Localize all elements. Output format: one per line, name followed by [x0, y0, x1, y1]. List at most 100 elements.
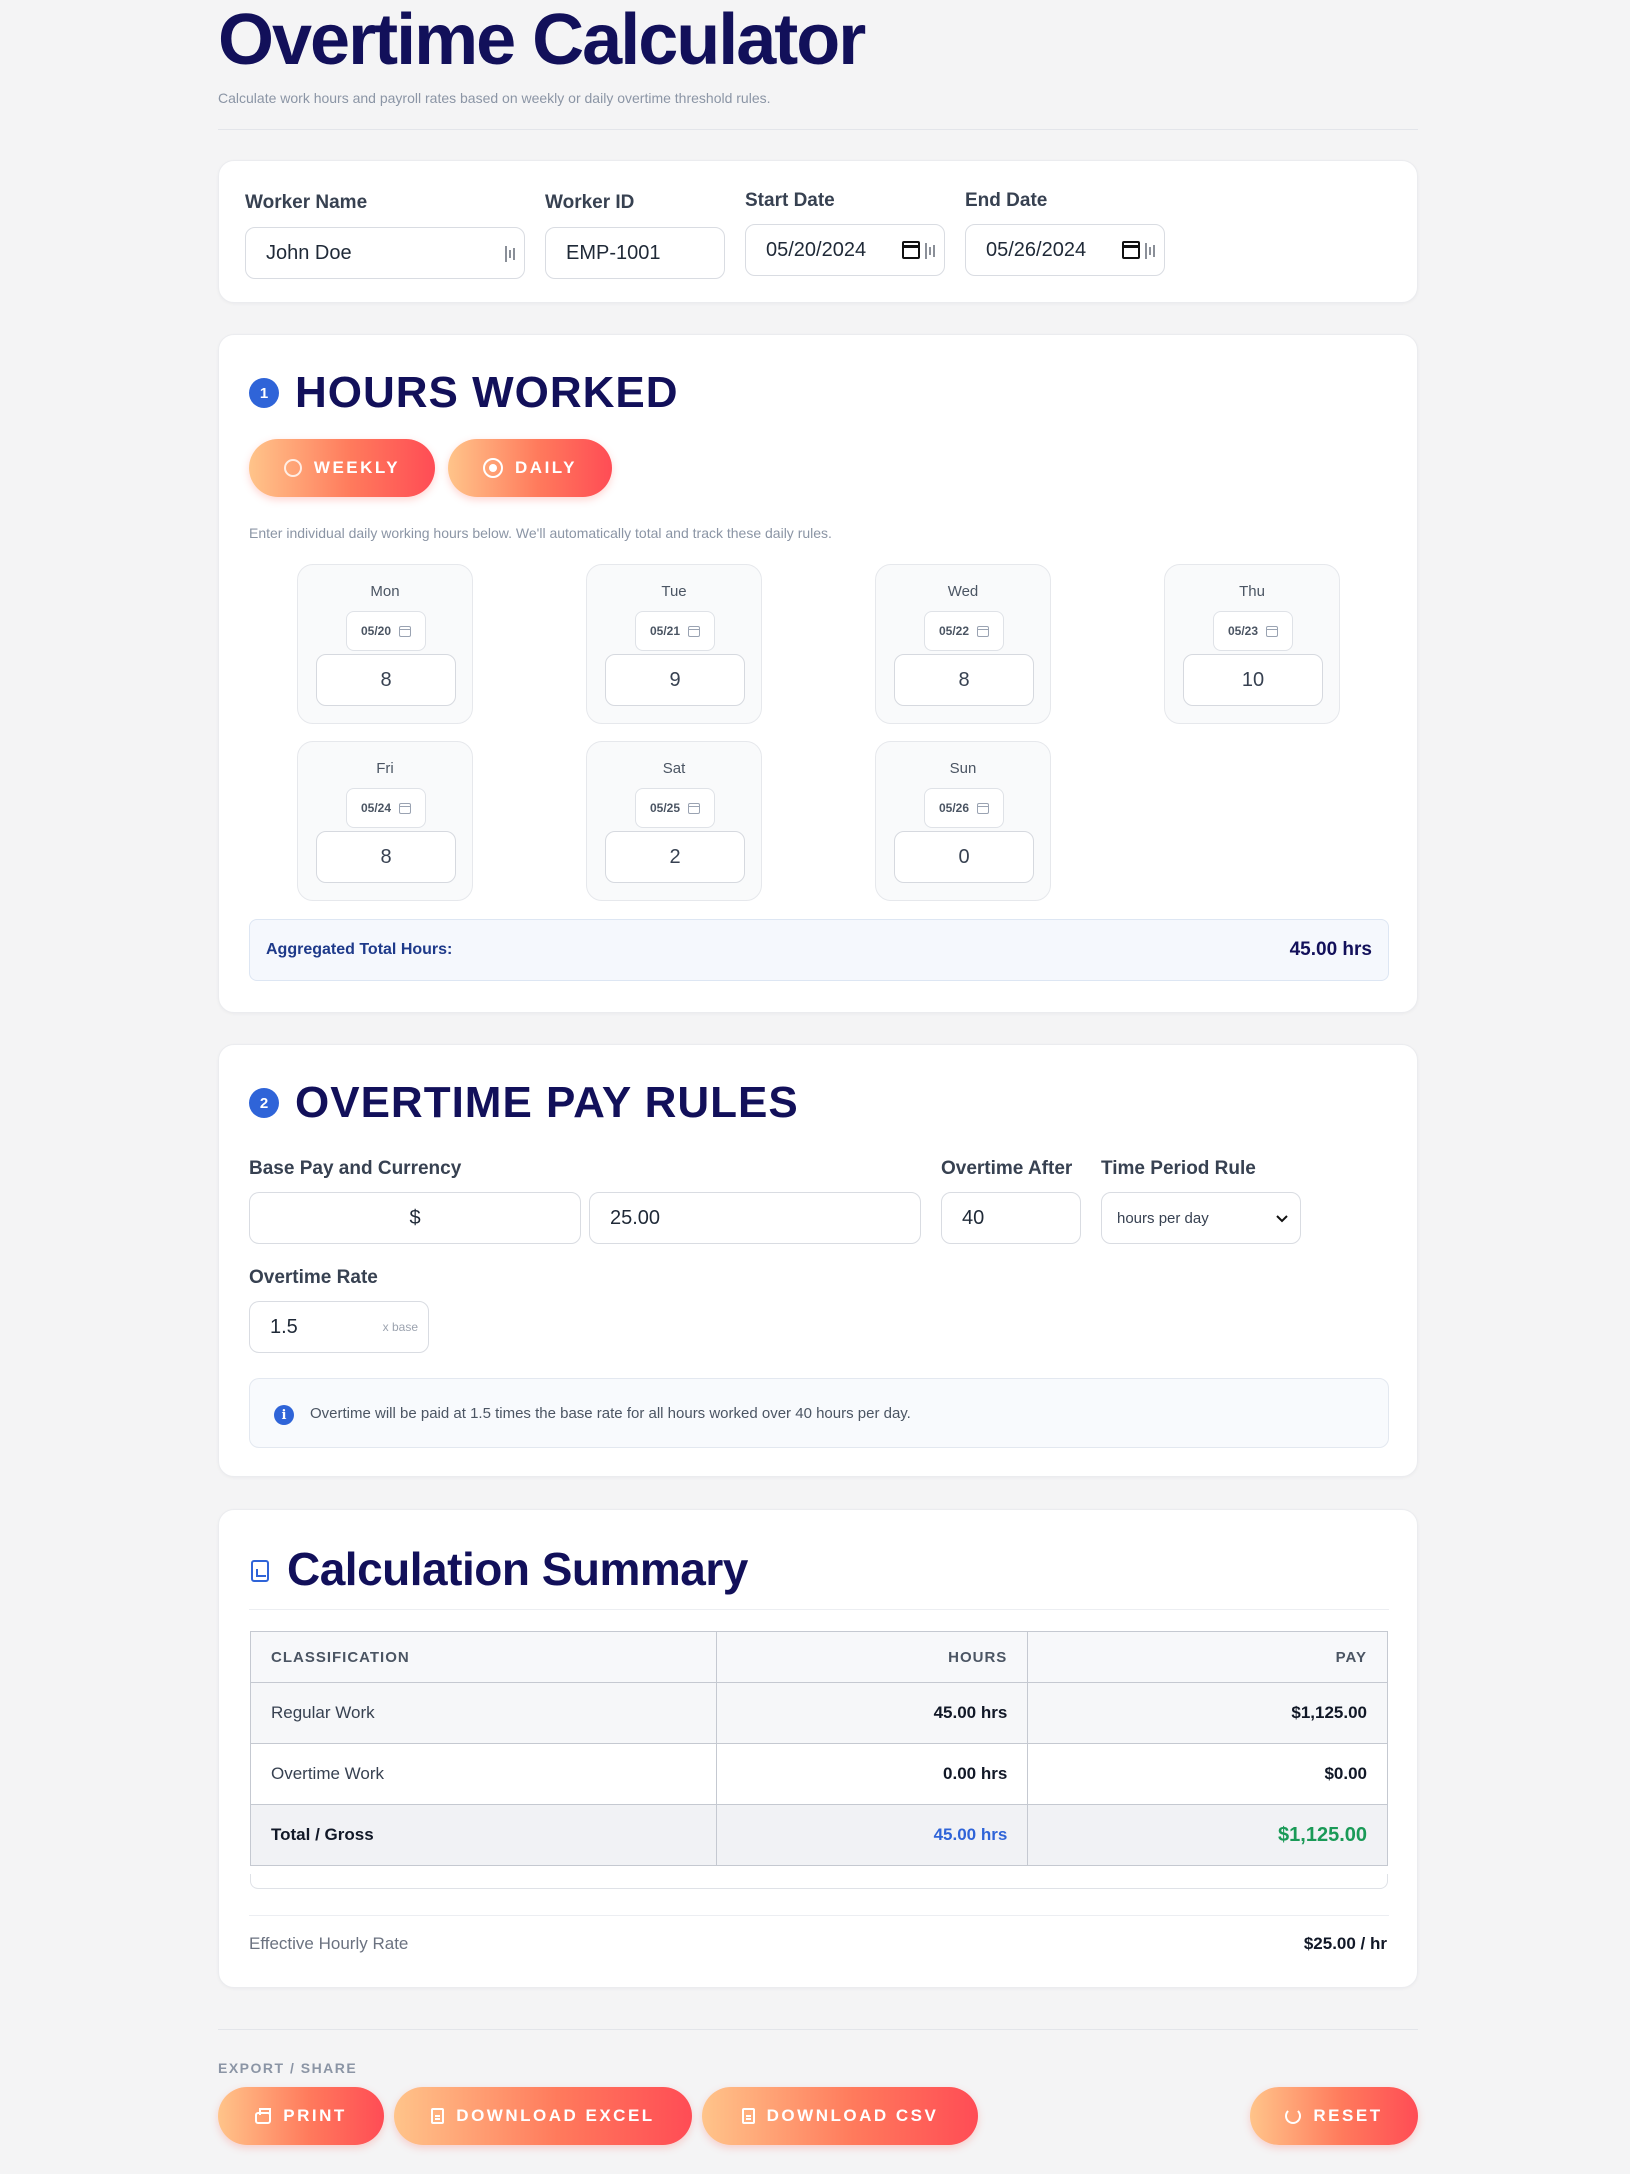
row-hours: 0.00 hrs	[715, 1743, 1029, 1805]
day-card-tue: Tue 05/21 9	[586, 564, 762, 724]
download-csv-button[interactable]: DOWNLOAD CSV	[702, 2087, 978, 2145]
info-text: Overtime will be paid at 1.5 times the b…	[310, 1405, 911, 1422]
total-label: Total / Gross	[250, 1804, 717, 1866]
mode-weekly-button[interactable]: WEEKLY	[249, 439, 435, 497]
overtime-rate-value: 1.5	[270, 1315, 298, 1338]
download-excel-button[interactable]: DOWNLOAD EXCEL	[394, 2087, 692, 2145]
total-hours: 45.00 hrs	[715, 1804, 1029, 1866]
overtime-after-label: Overtime After	[941, 1158, 1073, 1179]
info-icon: i	[274, 1405, 294, 1425]
calendar-icon	[688, 802, 701, 814]
mode-daily-button[interactable]: DAILY	[448, 439, 612, 497]
summary-table: CLASSIFICATION HOURS PAY Regular Work 45…	[250, 1631, 1388, 1866]
column-header-classification: CLASSIFICATION	[250, 1631, 717, 1683]
day-hours-input[interactable]: 8	[894, 654, 1034, 706]
day-date-picker[interactable]: 05/23	[1213, 611, 1293, 651]
day-name: Sun	[949, 760, 977, 777]
overtime-rate-suffix: x base	[382, 1320, 418, 1334]
radio-unselected-icon	[283, 459, 302, 477]
day-name: Mon	[370, 583, 400, 600]
start-date-label: Start Date	[745, 190, 835, 211]
end-date-input[interactable]: 05/26/2024	[965, 224, 1165, 276]
overtime-after-input[interactable]: 40	[941, 1192, 1081, 1244]
currency-select[interactable]: $	[249, 1192, 581, 1244]
row-label: Overtime Work	[250, 1743, 717, 1805]
day-card-wed: Wed 05/22 8	[875, 564, 1051, 724]
calendar-icon[interactable]	[902, 241, 920, 259]
day-date-picker[interactable]: 05/24	[346, 788, 426, 828]
day-date-picker[interactable]: 05/22	[924, 611, 1004, 651]
overtime-rules-card: 2 OVERTIME PAY RULES Base Pay and Curren…	[218, 1044, 1418, 1477]
document-chart-icon	[251, 1560, 269, 1582]
day-date-picker[interactable]: 05/26	[924, 788, 1004, 828]
download-csv-label: DOWNLOAD CSV	[766, 2106, 939, 2125]
day-hours-input[interactable]: 8	[316, 654, 456, 706]
base-pay-label: Base Pay and Currency	[249, 1158, 462, 1179]
reset-icon	[1285, 2108, 1302, 2124]
time-period-select[interactable]: hours per day	[1101, 1192, 1301, 1244]
day-card-fri: Fri 05/24 8	[297, 741, 473, 901]
print-button[interactable]: PRINT	[218, 2087, 384, 2145]
worker-id-value: EMP-1001	[566, 241, 661, 264]
calendar-icon	[1266, 625, 1279, 637]
start-date-input[interactable]: 05/20/2024	[745, 224, 945, 276]
worker-id-input[interactable]: EMP-1001	[545, 227, 725, 279]
day-hours-input[interactable]: 0	[894, 831, 1034, 883]
summary-divider	[249, 1609, 1389, 1610]
day-hours-input[interactable]: 8	[316, 831, 456, 883]
start-date-value: 05/20/2024	[766, 238, 867, 261]
end-date-value: 05/26/2024	[986, 238, 1087, 261]
column-header-hours: HOURS	[715, 1631, 1029, 1683]
chevron-down-icon	[1276, 1215, 1288, 1223]
time-period-value: hours per day	[1117, 1209, 1209, 1227]
end-date-label: End Date	[965, 190, 1048, 211]
radio-selected-icon	[483, 458, 504, 478]
export-label: EXPORT / SHARE	[218, 2060, 358, 2076]
aggregated-total-label: Aggregated Total Hours:	[266, 941, 453, 958]
overtime-rate-input[interactable]: 1.5 x base	[249, 1301, 429, 1353]
worker-name-input[interactable]: John Doe	[245, 227, 525, 279]
calendar-icon[interactable]	[1122, 241, 1140, 259]
effective-rate-value: $25.00 / hr	[1303, 1934, 1387, 1953]
calendar-icon	[977, 802, 990, 814]
day-date-picker[interactable]: 05/21	[635, 611, 715, 651]
day-hours-input[interactable]: 9	[605, 654, 745, 706]
day-hours-input[interactable]: 10	[1183, 654, 1323, 706]
base-rate-input[interactable]: 25.00	[589, 1192, 921, 1244]
download-excel-label: DOWNLOAD EXCEL	[456, 2106, 655, 2125]
step-badge: 1	[249, 378, 279, 408]
day-date-picker[interactable]: 05/25	[635, 788, 715, 828]
printer-icon	[255, 2108, 272, 2124]
summary-title: Calculation Summary	[287, 1543, 748, 1595]
info-callout: i Overtime will be paid at 1.5 times the…	[249, 1378, 1389, 1448]
calendar-icon	[399, 802, 412, 814]
worker-id-label: Worker ID	[545, 192, 635, 213]
table-row: Overtime Work 0.00 hrs $0.00	[250, 1743, 1388, 1805]
table-header-row: CLASSIFICATION HOURS PAY	[250, 1631, 1388, 1683]
day-date: 05/20	[360, 624, 392, 638]
calendar-icon	[688, 625, 701, 637]
table-footer-edge	[250, 1874, 1388, 1889]
day-name: Sat	[662, 760, 686, 777]
day-name: Wed	[947, 583, 979, 600]
reset-button[interactable]: RESET	[1250, 2087, 1418, 2145]
page-subtitle: Calculate work hours and payroll rates b…	[218, 90, 771, 106]
aggregated-total-bar: Aggregated Total Hours: 45.00 hrs	[249, 919, 1389, 981]
day-card-mon: Mon 05/20 8	[297, 564, 473, 724]
hours-worked-card: 1 HOURS WORKED WEEKLY DAILY Enter indivi…	[218, 334, 1418, 1013]
day-date-picker[interactable]: 05/20	[346, 611, 426, 651]
day-card-sun: Sun 05/26 0	[875, 741, 1051, 901]
worker-name-value: John Doe	[266, 241, 352, 264]
calendar-icon	[399, 625, 412, 637]
table-total-row: Total / Gross 45.00 hrs $1,125.00	[250, 1804, 1388, 1866]
footer-divider	[218, 2029, 1418, 2030]
time-period-label: Time Period Rule	[1101, 1158, 1256, 1179]
row-pay: $0.00	[1027, 1743, 1388, 1805]
file-icon	[741, 2108, 755, 2124]
day-hours-input[interactable]: 2	[605, 831, 745, 883]
step-badge: 2	[249, 1088, 279, 1118]
day-date: 05/24	[360, 801, 392, 815]
calculation-summary-card: Calculation Summary CLASSIFICATION HOURS…	[218, 1509, 1418, 1988]
row-pay: $1,125.00	[1027, 1682, 1388, 1744]
row-label: Regular Work	[250, 1682, 717, 1744]
